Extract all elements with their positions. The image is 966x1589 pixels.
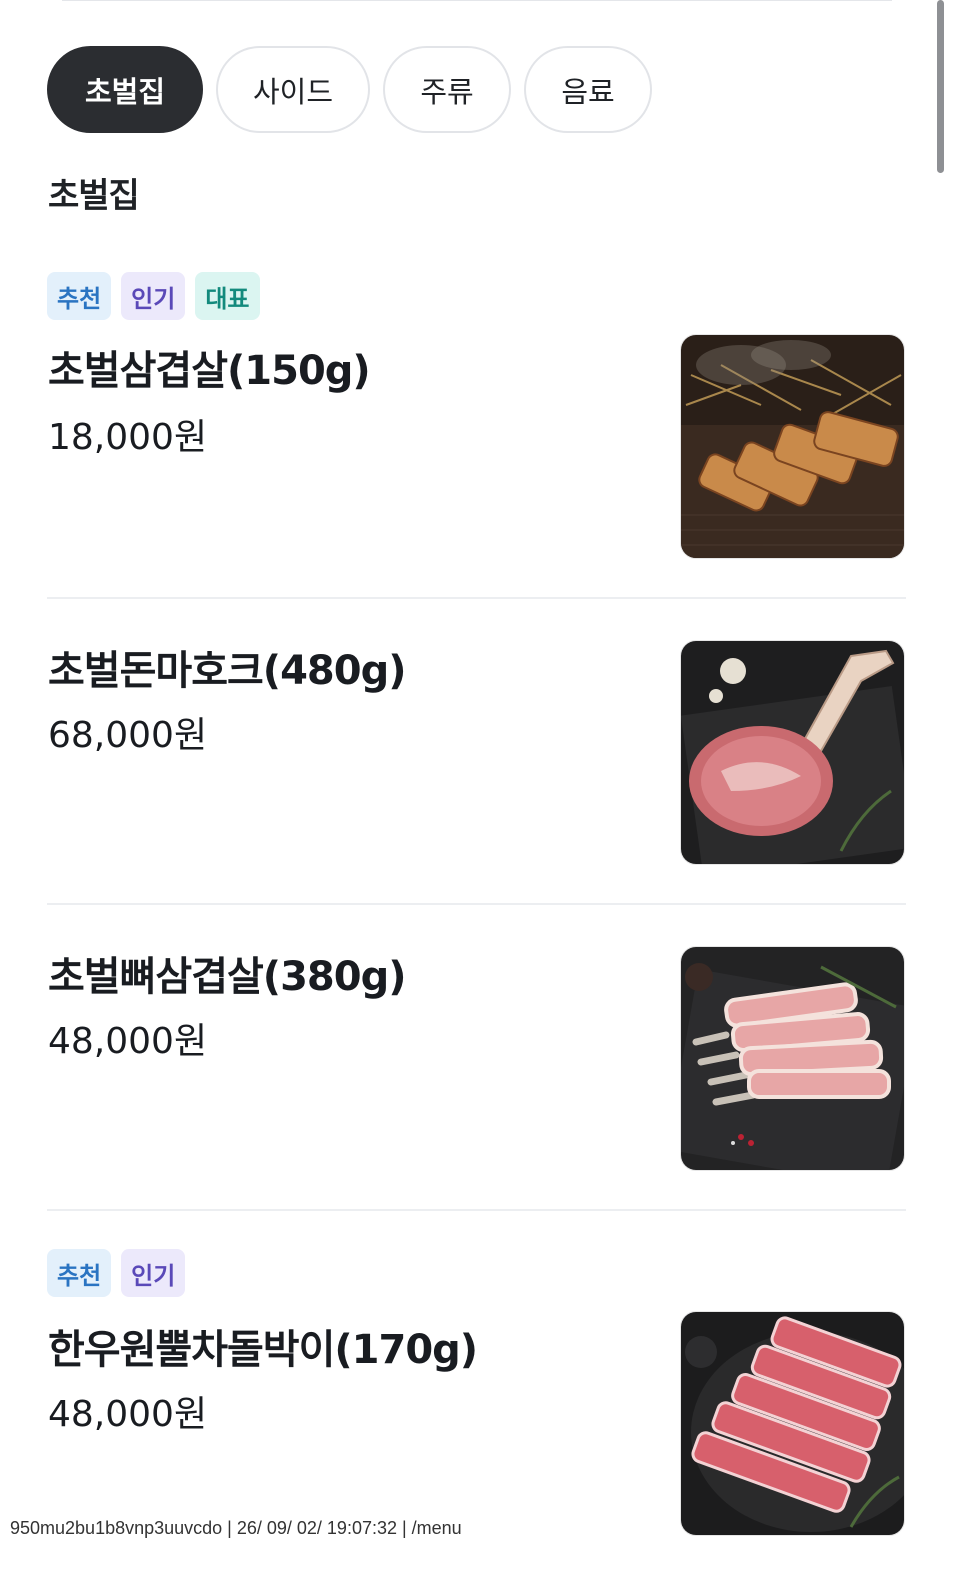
item-divider	[47, 903, 906, 905]
badge-popular: 인기	[121, 272, 186, 320]
item-price: 18,000원	[48, 417, 208, 458]
bone-in-pork-belly-image[interactable]	[680, 946, 905, 1171]
item-divider	[47, 1209, 906, 1211]
section-title: 초벌집	[48, 176, 140, 216]
sliced-beef-brisket-image[interactable]	[680, 1311, 905, 1536]
tomahawk-pork-image[interactable]	[680, 640, 905, 865]
item-name: 초벌삼겹살(150g)	[48, 348, 371, 394]
item-divider	[47, 597, 906, 599]
item-name: 한우원뿔차돌박이(170g)	[48, 1327, 478, 1373]
item-price: 48,000원	[48, 1394, 208, 1435]
tab-liquor[interactable]: 주류	[383, 46, 511, 133]
footer-meta: 950mu2bu1b8vnp3uuvcdo | 26/ 09/ 02/ 19:0…	[10, 1518, 462, 1538]
tab-side[interactable]: 사이드	[216, 46, 370, 133]
item-name: 초벌뼈삼겹살(380g)	[48, 954, 406, 1000]
grilled-pork-belly-image[interactable]	[680, 334, 905, 559]
category-tabs: 초벌집 사이드 주류 음료	[47, 46, 652, 133]
menu-item[interactable]: 초벌뼈삼겹살(380g) 48,000원	[47, 944, 906, 1174]
badge-list: 추천 인기	[47, 1249, 906, 1297]
badge-signature: 대표	[195, 272, 260, 320]
item-name: 초벌돈마호크(480g)	[48, 648, 406, 694]
top-divider	[62, 0, 892, 1]
badge-popular: 인기	[121, 1249, 186, 1297]
item-price: 48,000원	[48, 1021, 208, 1062]
menu-item[interactable]: 추천 인기 대표 초벌삼겹살(150g) 18,000원	[47, 272, 906, 562]
scrollbar-thumb[interactable]	[937, 0, 944, 173]
item-price: 68,000원	[48, 715, 208, 756]
menu-item[interactable]: 추천 인기 한우원뿔차돌박이(170g) 48,000원	[47, 1249, 906, 1539]
menu-item[interactable]: 초벌돈마호크(480g) 68,000원	[47, 638, 906, 868]
tab-drinks[interactable]: 음료	[524, 46, 652, 133]
badge-list: 추천 인기 대표	[47, 272, 906, 320]
badge-recommended: 추천	[47, 272, 112, 320]
tab-chobeoljip[interactable]: 초벌집	[47, 46, 203, 133]
badge-recommended: 추천	[47, 1249, 112, 1297]
